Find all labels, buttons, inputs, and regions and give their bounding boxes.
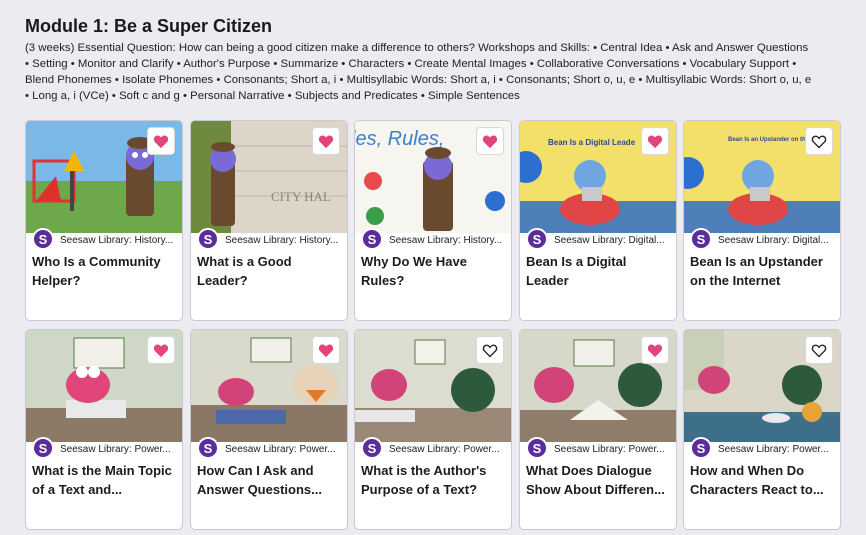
card-title[interactable]: How Can I Ask and Answer Questions... [197,461,343,499]
card-meta: S Seesaw Library: History... [361,227,507,251]
card-source: Seesaw Library: Power... [389,444,500,455]
card-thumbnail [684,330,840,442]
card-source: Seesaw Library: Power... [60,444,171,455]
heart-filled-icon [482,134,498,148]
activity-card[interactable]: S Seesaw Library: Power... What is the M… [25,329,183,530]
heart-filled-icon [318,134,334,148]
card-source: Seesaw Library: Power... [718,444,829,455]
card-title[interactable]: Why Do We Have Rules? [361,252,507,290]
favorite-button[interactable] [805,127,833,155]
card-title[interactable]: What is the Main Topic of a Text and... [32,461,178,499]
card-source: Seesaw Library: Power... [554,444,665,455]
seesaw-logo-icon: S [526,228,548,250]
card-title[interactable]: Who Is a Community Helper? [32,252,178,290]
card-thumbnail [191,330,347,442]
heart-filled-icon [153,134,169,148]
card-source: Seesaw Library: Digital... [554,235,665,246]
card-source: Seesaw Library: History... [389,235,503,246]
thumb-text: Bean Is a Digital Leade [548,138,636,147]
card-thumbnail [26,121,182,233]
card-source: Seesaw Library: Digital... [718,235,829,246]
favorite-button[interactable] [641,127,669,155]
favorite-button[interactable] [641,336,669,364]
seesaw-logo-icon: S [361,228,383,250]
card-thumbnail: Bean Is a Digital Leade [520,121,676,233]
favorite-button[interactable] [147,336,175,364]
card-title[interactable]: What Does Dialogue Show About Differen..… [526,461,672,499]
card-thumbnail [520,330,676,442]
seesaw-logo-icon: S [526,437,548,459]
seesaw-logo-icon: S [690,228,712,250]
favorite-button[interactable] [147,127,175,155]
module-description: (3 weeks) Essential Question: How can be… [25,42,812,102]
activity-card[interactable]: S Seesaw Library: Power... How and When … [683,329,841,530]
card-meta: S Seesaw Library: Power... [197,436,343,460]
heart-filled-icon [153,343,169,357]
card-meta: S Seesaw Library: Power... [690,436,836,460]
seesaw-logo-icon: S [197,228,219,250]
card-thumbnail [355,330,511,442]
heart-outline-icon [482,344,498,357]
card-meta: S Seesaw Library: Digital... [690,227,836,251]
card-meta: S Seesaw Library: Power... [32,436,178,460]
heart-filled-icon [318,343,334,357]
activity-card[interactable]: S Seesaw Library: Power... How Can I Ask… [190,329,348,530]
favorite-button[interactable] [805,336,833,364]
seesaw-logo-icon: S [361,437,383,459]
thumb-text: les, Rules, [355,128,444,150]
card-meta: S Seesaw Library: History... [197,227,343,251]
heart-outline-icon [811,344,827,357]
card-thumbnail: Bean Is an Upstander on the Internet [684,121,840,233]
activity-card[interactable]: les, Rules, S Seesaw Library: History...… [354,120,512,321]
activity-card[interactable]: S Seesaw Library: Power... What Does Dia… [519,329,677,530]
card-source: Seesaw Library: Power... [225,444,336,455]
card-title[interactable]: Bean Is an Upstander on the Internet [690,252,836,290]
card-source: Seesaw Library: History... [225,235,339,246]
card-meta: S Seesaw Library: Power... [361,436,507,460]
favorite-button[interactable] [476,336,504,364]
activity-card[interactable]: S Seesaw Library: History... Who Is a Co… [25,120,183,321]
card-title[interactable]: Bean Is a Digital Leader [526,252,672,290]
seesaw-logo-icon: S [197,437,219,459]
card-title[interactable]: How and When Do Characters React to... [690,461,836,499]
seesaw-logo-icon: S [32,437,54,459]
activity-card[interactable]: S Seesaw Library: Power... What is the A… [354,329,512,530]
heart-outline-icon [811,135,827,148]
activity-card[interactable]: Bean Is a Digital Leade S Seesaw Library… [519,120,677,321]
card-source: Seesaw Library: History... [60,235,174,246]
seesaw-logo-icon: S [32,228,54,250]
heart-filled-icon [647,134,663,148]
card-meta: S Seesaw Library: Power... [526,436,672,460]
library-page: Module 1: Be a Super Citizen (3 weeks) E… [0,0,866,535]
card-thumbnail [26,330,182,442]
activity-card[interactable]: Bean Is an Upstander on the Internet S S… [683,120,841,321]
card-title[interactable]: What is the Author's Purpose of a Text? [361,461,507,499]
favorite-button[interactable] [312,336,340,364]
activity-grid: S Seesaw Library: History... Who Is a Co… [25,120,843,530]
card-meta: S Seesaw Library: History... [32,227,178,251]
card-title[interactable]: What is a Good Leader? [197,252,343,290]
card-thumbnail: CITY HAL [191,121,347,233]
activity-card[interactable]: CITY HAL S Seesaw Library: History... Wh… [190,120,348,321]
module-title: Module 1: Be a Super Citizen [25,16,273,36]
heart-filled-icon [647,343,663,357]
favorite-button[interactable] [312,127,340,155]
seesaw-logo-icon: S [690,437,712,459]
thumb-text: CITY HAL [271,189,331,204]
card-thumbnail: les, Rules, [355,121,511,233]
card-meta: S Seesaw Library: Digital... [526,227,672,251]
favorite-button[interactable] [476,127,504,155]
